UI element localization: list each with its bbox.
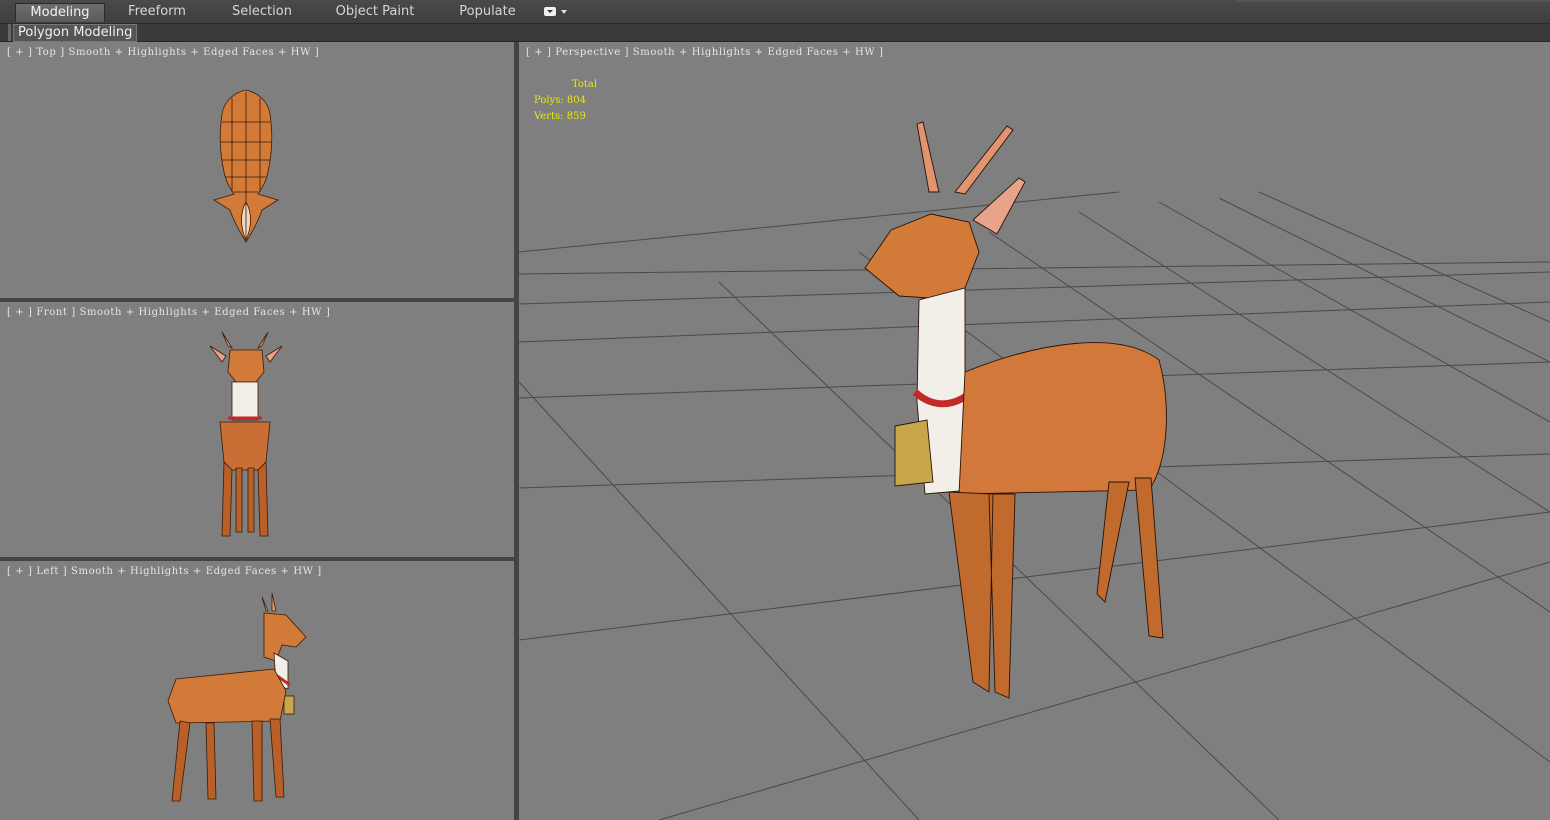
viewport-label-top[interactable]: [ + ] Top ] Smooth + Highlights + Edged … (7, 47, 319, 58)
viewport-label-front[interactable]: [ + ] Front ] Smooth + Highlights + Edge… (7, 307, 330, 318)
viewport-label-perspective[interactable]: [ + ] Perspective ] Smooth + Highlights … (526, 47, 884, 58)
perspective-grid-and-deer (519, 121, 1550, 820)
panel-grip[interactable] (8, 24, 11, 41)
ribbon-panel-bar: Polygon Modeling (0, 24, 1550, 42)
viewport-top[interactable]: [ + ] Top ] Smooth + Highlights + Edged … (0, 42, 514, 298)
stats-total-label: Total (572, 79, 598, 90)
stats-polys: Polys: 804 (534, 95, 586, 106)
tab-populate[interactable]: Populate (445, 3, 530, 21)
tab-freeform[interactable]: Freeform (113, 3, 201, 21)
deer-front-view (209, 331, 283, 537)
ribbon-tab-bar: Modeling Freeform Selection Object Paint… (0, 0, 1550, 24)
tab-modeling[interactable]: Modeling (15, 3, 105, 22)
deer-top-view (213, 89, 279, 243)
tab-selection[interactable]: Selection (217, 3, 307, 21)
deer-left-view (167, 592, 307, 802)
viewport-front[interactable]: [ + ] Front ] Smooth + Highlights + Edge… (0, 302, 514, 557)
tab-object-paint[interactable]: Object Paint (325, 3, 425, 21)
viewport-label-left[interactable]: [ + ] Left ] Smooth + Highlights + Edged… (7, 566, 322, 577)
ribbon-divider (1236, 0, 1550, 2)
viewport-perspective[interactable]: [ + ] Perspective ] Smooth + Highlights … (519, 42, 1550, 820)
polygon-modeling-panel[interactable]: Polygon Modeling (13, 24, 138, 42)
scene-statistics: Total Polys: 804 Verts: 859 (534, 77, 597, 125)
panel-options-icon[interactable] (541, 5, 571, 19)
stats-verts: Verts: 859 (534, 111, 586, 122)
viewport-left[interactable]: [ + ] Left ] Smooth + Highlights + Edged… (0, 561, 514, 820)
